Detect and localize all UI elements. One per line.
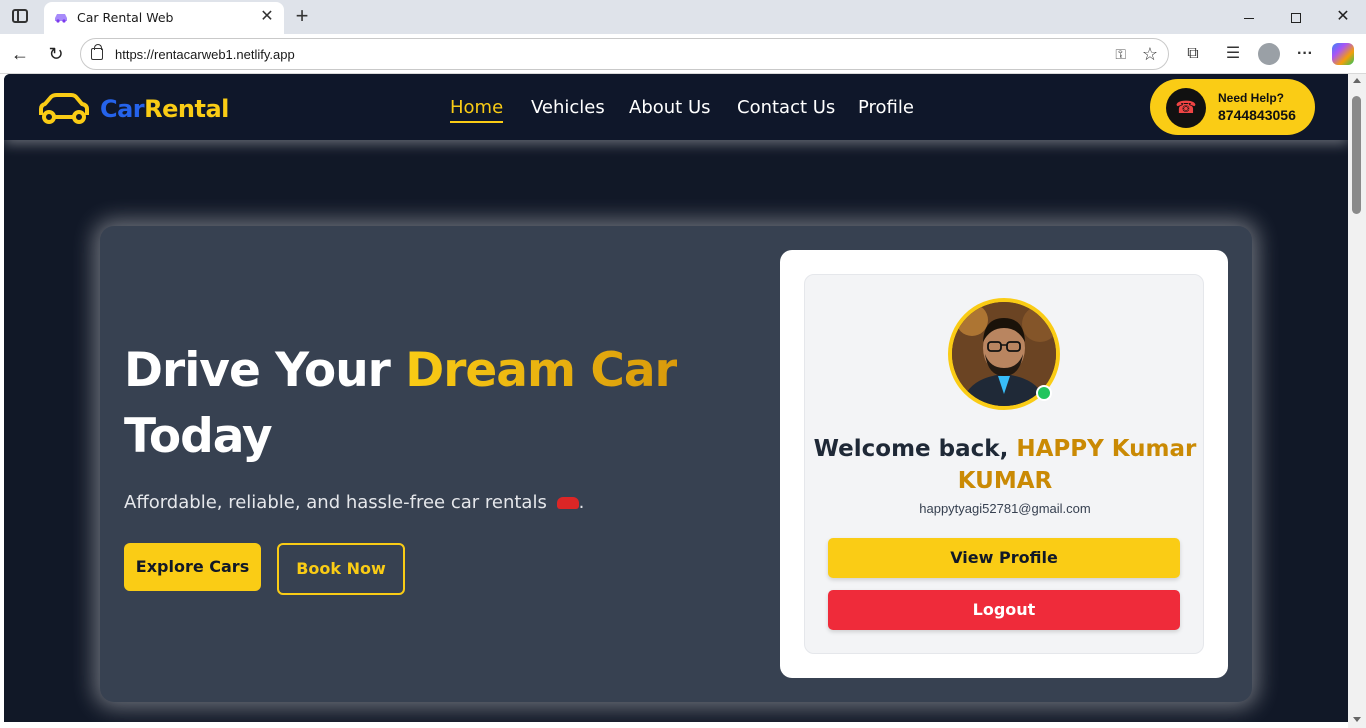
telephone-icon: ☎ bbox=[1166, 88, 1206, 128]
help-label: Need Help? bbox=[1218, 91, 1285, 105]
car-emoji-icon bbox=[556, 497, 579, 509]
hero-title-part1: Drive Your bbox=[124, 343, 406, 398]
welcome-message: Welcome back, HAPPY Kumar KUMAR bbox=[805, 433, 1205, 497]
hero-title-accent: Dream Car bbox=[405, 343, 678, 398]
hero-subtitle-text: Affordable, reliable, and hassle-free ca… bbox=[124, 492, 547, 513]
logo-rental-word: Rental bbox=[144, 95, 229, 123]
maximize-icon[interactable] bbox=[1273, 4, 1319, 30]
close-window-icon[interactable]: ✕ bbox=[1320, 4, 1366, 30]
nav-contact-us[interactable]: Contact Us bbox=[737, 97, 835, 118]
welcome-prefix: Welcome back, bbox=[813, 436, 1017, 462]
reload-icon[interactable]: ↻ bbox=[44, 42, 68, 66]
nav-profile[interactable]: Profile bbox=[858, 97, 914, 118]
profile-icon[interactable] bbox=[1258, 43, 1280, 65]
tab-title: Car Rental Web bbox=[77, 10, 174, 25]
nav-vehicles[interactable]: Vehicles bbox=[531, 97, 605, 118]
hero-subtitle-end: . bbox=[578, 492, 585, 513]
copilot-icon[interactable] bbox=[1332, 43, 1354, 65]
site-header: CarRental Home Vehicles About Us Contact… bbox=[4, 74, 1348, 140]
user-email: happytyagi52781@gmail.com bbox=[919, 501, 1091, 516]
help-contact[interactable]: ☎ Need Help? 8744843056 bbox=[1150, 79, 1315, 135]
url-text[interactable]: https://rentacarweb1.netlify.app bbox=[115, 47, 295, 62]
lock-icon[interactable] bbox=[91, 44, 103, 60]
explore-cars-button[interactable]: Explore Cars bbox=[124, 543, 261, 591]
close-icon[interactable]: ✕ bbox=[258, 8, 276, 26]
more-icon[interactable]: ··· bbox=[1294, 43, 1316, 65]
scroll-up-arrow-icon[interactable] bbox=[1353, 78, 1361, 83]
hero-title-part2: Today bbox=[124, 409, 273, 464]
book-now-button[interactable]: Book Now bbox=[277, 543, 405, 595]
browser-tab[interactable]: Car Rental Web ✕ bbox=[44, 2, 284, 34]
favicon-icon bbox=[55, 14, 67, 23]
window-bottom-edge bbox=[0, 722, 1348, 728]
browser-toolbar: ← ↻ https://rentacarweb1.netlify.app ⚿ ☆… bbox=[0, 34, 1366, 74]
car-logo-icon[interactable] bbox=[37, 91, 91, 127]
browser-titlebar: Car Rental Web ✕ + ✕ bbox=[0, 0, 1366, 34]
scroll-down-arrow-icon[interactable] bbox=[1353, 717, 1361, 722]
online-status-dot bbox=[1036, 385, 1052, 401]
hero-card: Drive Your Dream Car Today Affordable, r… bbox=[100, 226, 1252, 702]
logo-car-word: Car bbox=[100, 95, 145, 123]
help-phone-number: 8744843056 bbox=[1218, 107, 1296, 123]
page-viewport: CarRental Home Vehicles About Us Contact… bbox=[4, 74, 1348, 722]
back-arrow-icon[interactable]: ← bbox=[8, 42, 32, 66]
hero-subtitle: Affordable, reliable, and hassle-free ca… bbox=[124, 492, 584, 513]
address-bar[interactable]: https://rentacarweb1.netlify.app ⚿ ☆ bbox=[80, 38, 1169, 70]
profile-card-inner: Welcome back, HAPPY Kumar KUMAR happytya… bbox=[804, 274, 1204, 654]
extensions-icon[interactable]: ⧉ bbox=[1182, 43, 1204, 65]
nav-home[interactable]: Home bbox=[450, 97, 504, 123]
profile-card: Welcome back, HAPPY Kumar KUMAR happytya… bbox=[780, 250, 1228, 678]
favorites-icon[interactable]: ☰ bbox=[1222, 43, 1244, 65]
page-scrollbar[interactable] bbox=[1348, 74, 1366, 728]
nav-about-us[interactable]: About Us bbox=[629, 97, 711, 118]
minimize-icon[interactable] bbox=[1226, 4, 1272, 30]
logout-button[interactable]: Logout bbox=[828, 590, 1180, 630]
scrollbar-thumb[interactable] bbox=[1352, 96, 1361, 214]
sidebar-toggle-icon[interactable] bbox=[12, 9, 28, 23]
hero-title: Drive Your Dream Car Today bbox=[124, 338, 724, 470]
plus-icon[interactable]: + bbox=[290, 4, 314, 28]
view-profile-button[interactable]: View Profile bbox=[828, 538, 1180, 578]
key-icon[interactable]: ⚿ bbox=[1115, 46, 1126, 63]
star-icon[interactable]: ☆ bbox=[1142, 44, 1158, 65]
logo-text[interactable]: CarRental bbox=[100, 95, 229, 123]
